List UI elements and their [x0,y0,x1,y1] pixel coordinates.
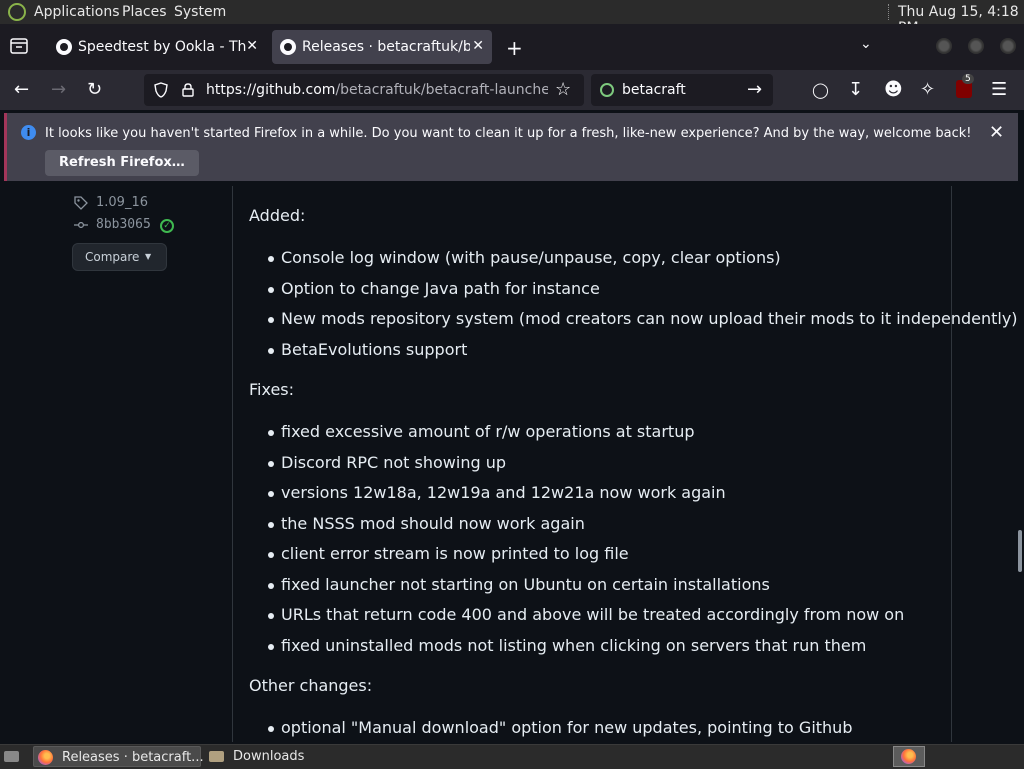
list-item: New mods repository system (mod creators… [268,309,1018,328]
folder-icon [209,751,224,762]
new-tab-plus-icon[interactable]: + [506,36,523,60]
workspace-switcher[interactable] [893,746,925,767]
list-item: Console log window (with pause/unpause, … [268,248,781,267]
minimize-window-icon[interactable] [936,38,952,54]
check-passed-icon[interactable]: ✓ [160,219,174,233]
close-notification-icon[interactable]: ✕ [989,122,1004,143]
taskbar-firefox-window[interactable]: Releases · betacraft... [33,746,204,767]
bottom-taskbar: Releases · betacraft... Downloads [0,744,1024,769]
url-path: /betacraftuk/betacraft-launcher/releases [335,82,548,98]
list-item: Option to change Java path for instance [268,279,600,298]
search-engine-icon[interactable] [600,83,614,97]
release-commit[interactable]: 8bb3065 ✓ [70,216,210,234]
distro-logo-icon[interactable] [8,3,26,21]
reload-icon[interactable]: ↻ [87,80,102,100]
refresh-firefox-button[interactable]: Refresh Firefox… [45,150,199,176]
applications-menu[interactable]: Applications [34,4,120,20]
system-menu[interactable]: System [174,4,226,20]
list-item: Discord RPC not showing up [267,453,507,472]
tracking-shield-icon[interactable] [154,82,168,98]
system-top-panel: Applications Places System Thu Aug 15, 4… [0,0,1024,36]
window-title: Releases · betacraft... [62,750,204,765]
added-heading: Added: [249,206,306,225]
firefox-refresh-notification: i It looks like you haven't started Fire… [4,113,1018,181]
list-all-tabs-chevron-icon[interactable]: ⌄ [860,36,872,52]
show-desktop-button[interactable] [0,746,22,767]
desktop-icon [4,751,19,762]
back-arrow-icon[interactable]: ← [14,80,29,100]
navigation-toolbar: ← → ↻ https://github.com/betacraftuk/bet… [0,70,1024,110]
url-bar[interactable]: https://github.com/betacraftuk/betacraft… [144,74,584,106]
firefox-view-icon[interactable] [10,38,28,54]
extension-badge: 5 [962,74,974,84]
list-item: fixed uninstalled mods not listing when … [267,636,867,655]
list-item: BetaEvolutions support [267,340,468,359]
info-icon: i [21,125,36,140]
caret-down-icon: ▼ [145,252,152,261]
maximize-window-icon[interactable] [968,38,984,54]
taskbar-downloads-window[interactable]: Downloads [205,746,335,767]
hamburger-menu-icon[interactable]: ☰ [991,80,1007,100]
close-tab-icon[interactable]: ✕ [246,38,258,54]
page-content: 1.09_16 8bb3065 ✓ Compare ▼ Added: Conso… [0,186,1024,742]
commit-sha[interactable]: 8bb3065 [96,217,151,232]
tab-title: Releases · betacraftuk/betacraft-launche… [302,39,470,55]
close-tab-icon[interactable]: ✕ [472,38,484,54]
other-changes-heading: Other changes: [249,676,373,695]
url-host: https://github.com [206,82,336,98]
release-tag[interactable]: 1.09_16 [70,194,210,212]
tag-icon [74,196,88,210]
firefox-icon [901,749,916,764]
compare-label: Compare [85,250,140,264]
pocket-icon[interactable]: ◯ [812,80,829,100]
tag-label[interactable]: 1.09_16 [96,195,148,210]
list-item: client error stream is now printed to lo… [268,544,629,563]
github-favicon-icon [280,39,296,55]
browser-tab-bar: Speedtest by Ookla - The Global Broadban… [0,24,1024,70]
forward-arrow-icon[interactable]: → [51,80,66,100]
search-go-arrow-icon[interactable]: → [747,79,762,100]
places-menu[interactable]: Places [122,4,167,20]
page-scrollbar-thumb[interactable] [1018,530,1022,572]
extensions-puzzle-icon[interactable]: ✧ [920,80,935,100]
window-title: Downloads [233,749,305,764]
list-item: optional "Manual download" option for ne… [267,718,853,737]
search-input[interactable]: betacraft [622,82,686,98]
lock-icon[interactable] [182,83,194,97]
list-item: the NSSS mod should now work again [268,514,585,533]
downloads-icon[interactable]: ↧ [848,80,863,100]
list-item: URLs that return code 400 and above will… [267,605,905,624]
bookmark-star-icon[interactable]: ☆ [555,79,571,100]
tab-releases[interactable]: Releases · betacraftuk/betacraft-launche… [272,30,492,64]
tab-speedtest[interactable]: Speedtest by Ookla - The Global Broadban… [48,30,266,64]
panel-separator [888,4,891,20]
commit-icon [74,222,88,228]
close-window-icon[interactable] [1000,38,1016,54]
account-icon[interactable]: ☻ [884,80,903,100]
list-item: fixed launcher not starting on Ubuntu on… [268,575,770,594]
url-text[interactable]: https://github.com/betacraftuk/betacraft… [206,82,548,98]
fixes-heading: Fixes: [249,380,295,399]
list-item: versions 12w18a, 12w19a and 12w21a now w… [268,483,726,502]
notification-message: It looks like you haven't started Firefo… [45,126,972,141]
speedtest-favicon-icon [56,39,72,55]
tab-title: Speedtest by Ookla - The Global Broadban… [78,39,246,55]
firefox-icon [38,750,53,765]
search-bar[interactable]: betacraft → [591,74,773,106]
compare-button[interactable]: Compare ▼ [72,243,167,271]
list-item: fixed excessive amount of r/w operations… [267,422,695,441]
